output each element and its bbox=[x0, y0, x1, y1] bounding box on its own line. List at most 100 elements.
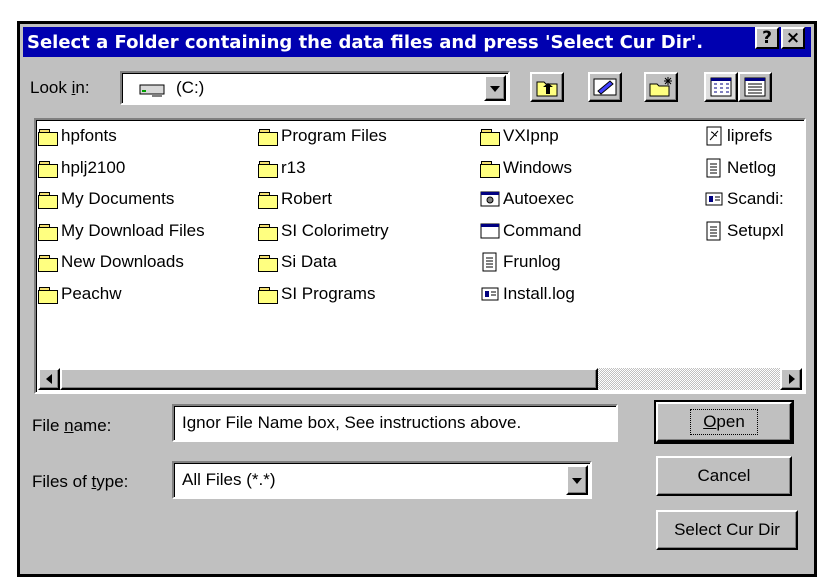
batch-file-icon bbox=[480, 189, 500, 209]
list-item[interactable]: My Documents bbox=[38, 187, 174, 211]
list-item-label: VXIpnp bbox=[503, 126, 559, 145]
drive-icon bbox=[138, 80, 168, 97]
list-item[interactable]: Si Data bbox=[258, 250, 337, 274]
list-item[interactable]: r13 bbox=[258, 156, 306, 180]
list-item-label: Scandi: bbox=[727, 189, 784, 208]
list-item-label: Windows bbox=[503, 157, 572, 177]
list-item[interactable]: Robert bbox=[258, 187, 332, 211]
file-type-dropdown[interactable]: All Files (*.*) bbox=[172, 461, 592, 499]
list-item-label: Peachw bbox=[61, 283, 122, 303]
list-item-label: My Download Files bbox=[61, 220, 205, 240]
file-name-label: File name: bbox=[32, 416, 112, 435]
select-cur-dir-button[interactable]: Select Cur Dir bbox=[656, 510, 798, 550]
scroll-left-button[interactable] bbox=[38, 368, 60, 390]
new-folder-button[interactable] bbox=[644, 72, 678, 102]
file-type-label: Files of type: bbox=[32, 472, 129, 491]
file-name-input[interactable]: Ignor File Name box, See instructions ab… bbox=[172, 404, 618, 442]
folder-icon bbox=[38, 284, 58, 304]
file-dialog: Select a Folder containing the data file… bbox=[17, 21, 817, 577]
list-item-label: liprefs bbox=[727, 126, 773, 145]
list-view-icon bbox=[710, 77, 732, 97]
list-item-label: Netlog bbox=[727, 157, 777, 177]
folder-icon bbox=[258, 221, 278, 241]
folder-icon bbox=[258, 158, 278, 178]
folder-icon bbox=[258, 126, 278, 146]
folder-icon bbox=[258, 252, 278, 272]
list-item-label: r13 bbox=[281, 157, 306, 177]
folder-icon bbox=[258, 284, 278, 304]
list-item[interactable]: Frunlog bbox=[480, 250, 561, 274]
look-in-label: Look in: bbox=[30, 78, 90, 97]
log-file-icon bbox=[480, 284, 500, 304]
close-icon: × bbox=[785, 28, 801, 48]
horizontal-scrollbar[interactable] bbox=[38, 368, 802, 390]
list-item-label: Program Files bbox=[281, 126, 387, 145]
folder-icon bbox=[38, 158, 58, 178]
folder-open-icon bbox=[38, 189, 58, 209]
list-item-label: Install.log bbox=[503, 283, 575, 303]
cancel-button[interactable]: Cancel bbox=[656, 456, 792, 496]
file-type-dropdown-button[interactable] bbox=[566, 465, 588, 495]
application-icon bbox=[480, 221, 500, 241]
details-view-button[interactable] bbox=[738, 72, 772, 102]
text-file-icon bbox=[704, 221, 724, 241]
scroll-right-button[interactable] bbox=[780, 368, 802, 390]
new-folder-icon bbox=[649, 77, 672, 97]
chevron-down-icon bbox=[490, 86, 500, 92]
list-item[interactable]: VXIpnp bbox=[480, 124, 559, 148]
list-item-label: hpfonts bbox=[61, 126, 117, 145]
list-item[interactable]: New Downloads bbox=[38, 250, 184, 274]
list-item-label: Frunlog bbox=[503, 252, 561, 271]
arrow-left-icon bbox=[46, 374, 52, 384]
folder-icon bbox=[38, 252, 58, 272]
list-item-label: Robert bbox=[281, 189, 333, 208]
look-in-dropdown-button[interactable] bbox=[484, 75, 506, 101]
list-item-label: SI Programs bbox=[281, 283, 376, 303]
arrow-right-icon bbox=[789, 374, 795, 384]
desktop-icon bbox=[593, 78, 617, 96]
list-item[interactable]: Autoexec bbox=[480, 187, 574, 211]
list-item[interactable]: Install.log bbox=[480, 282, 575, 306]
desktop-button[interactable] bbox=[588, 72, 622, 102]
list-item-label: My Documents bbox=[61, 189, 175, 208]
file-type-value: All Files (*.*) bbox=[182, 470, 276, 489]
settings-file-icon bbox=[704, 126, 724, 146]
list-item[interactable]: hplj2100 bbox=[38, 156, 125, 180]
list-item[interactable]: Program Files bbox=[258, 124, 387, 148]
list-item-label: SI Colorimetry bbox=[281, 220, 389, 240]
folder-icon bbox=[480, 158, 500, 178]
list-item[interactable]: Netlog bbox=[704, 156, 776, 180]
text-file-icon bbox=[480, 252, 500, 272]
window-title: Select a Folder containing the data file… bbox=[27, 31, 704, 53]
details-view-icon bbox=[744, 77, 766, 97]
list-item-label: Setupxl bbox=[727, 220, 784, 240]
list-item[interactable]: SI Colorimetry bbox=[258, 219, 389, 243]
title-bar[interactable]: Select a Folder containing the data file… bbox=[23, 27, 811, 57]
text-file-icon bbox=[704, 158, 724, 178]
close-button[interactable]: × bbox=[781, 27, 805, 49]
help-button[interactable]: ? bbox=[755, 27, 779, 49]
log-file-icon bbox=[704, 189, 724, 209]
folder-icon bbox=[480, 126, 500, 146]
list-item-label: Command bbox=[503, 220, 582, 240]
list-item[interactable]: Setupxl bbox=[704, 219, 784, 243]
folder-icon bbox=[38, 126, 58, 146]
list-item[interactable]: Peachw bbox=[38, 282, 121, 306]
look-in-value: (C:) bbox=[176, 78, 205, 97]
list-item[interactable]: SI Programs bbox=[258, 282, 375, 306]
file-list[interactable]: hpfonts hplj2100 My Documents My Download F… bbox=[34, 118, 806, 394]
scrollbar-thumb[interactable] bbox=[60, 368, 598, 390]
look-in-dropdown[interactable]: (C:) bbox=[120, 71, 510, 105]
list-item[interactable]: My Download Files bbox=[38, 219, 205, 243]
list-item[interactable]: hpfonts bbox=[38, 124, 117, 148]
list-view-button[interactable] bbox=[704, 72, 738, 102]
folder-icon bbox=[258, 189, 278, 209]
list-item[interactable]: Windows bbox=[480, 156, 572, 180]
list-item[interactable]: Scandi: bbox=[704, 187, 784, 211]
folder-icon bbox=[38, 221, 58, 241]
up-one-level-button[interactable] bbox=[530, 72, 564, 102]
list-item-label: Si Data bbox=[281, 252, 337, 271]
list-item[interactable]: Command bbox=[480, 219, 581, 243]
list-item[interactable]: liprefs bbox=[704, 124, 772, 148]
open-button[interactable]: Open bbox=[654, 400, 794, 444]
